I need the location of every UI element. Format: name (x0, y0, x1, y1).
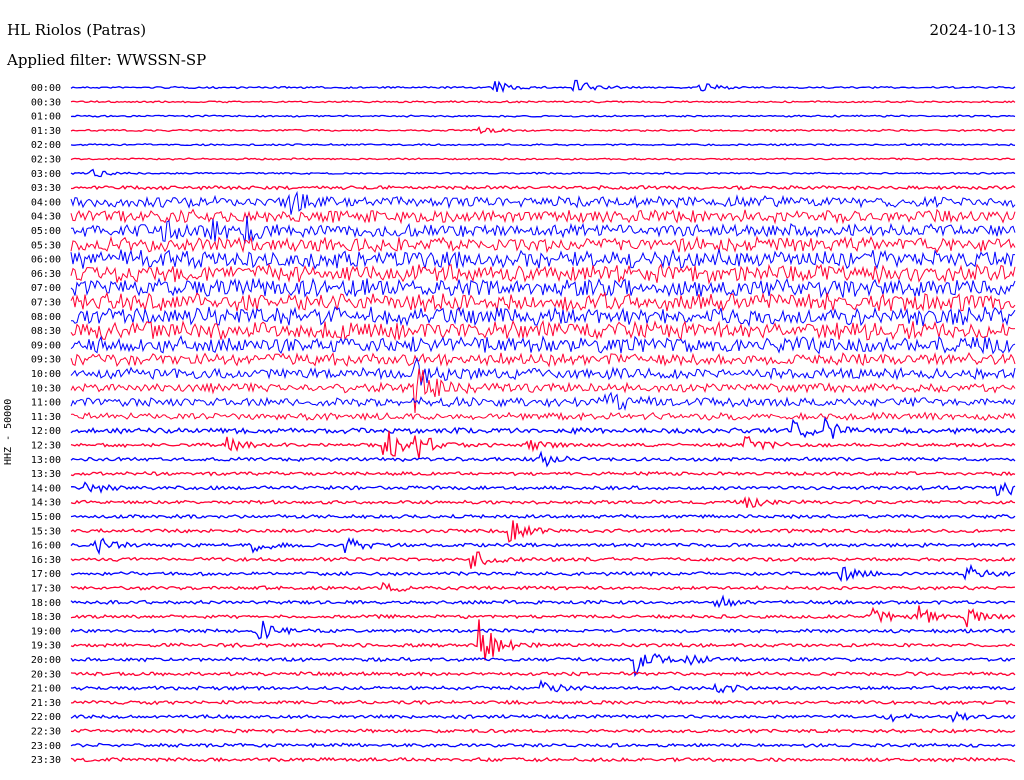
trace-line (70, 619, 1016, 661)
trace-line (70, 581, 1016, 593)
row-label: 07:00 (31, 283, 61, 294)
row-label: 15:00 (31, 512, 61, 523)
row-label: 14:00 (31, 483, 61, 494)
trace-line (70, 291, 1016, 313)
row-label: 08:30 (31, 326, 61, 337)
trace-line (70, 742, 1016, 749)
trace-line (70, 699, 1016, 706)
row-label: 15:30 (31, 526, 61, 537)
trace-line (70, 594, 1016, 609)
trace-line (70, 605, 1016, 628)
row-label: 01:00 (31, 112, 61, 123)
row-label: 21:00 (31, 684, 61, 695)
trace-line (70, 248, 1015, 270)
row-label: 17:00 (31, 569, 61, 580)
trace-line (70, 235, 1016, 254)
row-label: 12:00 (31, 426, 61, 437)
row-label: 12:30 (31, 441, 61, 452)
row-label: 05:00 (31, 226, 61, 237)
trace-line (70, 351, 1016, 368)
row-label: 18:00 (31, 598, 61, 609)
trace-line (70, 157, 1016, 161)
trace-line (70, 335, 1016, 355)
row-label: 20:30 (31, 669, 61, 680)
row-label: 03:00 (31, 169, 61, 180)
trace-line (70, 142, 1016, 147)
trace-line (70, 411, 1016, 422)
trace-line (70, 125, 1016, 135)
row-label: 14:30 (31, 498, 61, 509)
trace-line (70, 563, 1016, 583)
trace-line (70, 670, 1016, 677)
row-label: 00:30 (31, 97, 61, 108)
row-label: 22:30 (31, 727, 61, 738)
trace-line (70, 416, 1016, 439)
trace-line (70, 100, 1016, 104)
row-label: 04:00 (31, 197, 61, 208)
trace-line (70, 470, 1016, 477)
row-label: 23:30 (31, 755, 61, 766)
row-label: 13:30 (31, 469, 61, 480)
row-label: 10:00 (31, 369, 61, 380)
row-label: 21:30 (31, 698, 61, 709)
row-label: 08:00 (31, 312, 61, 323)
row-label: 00:00 (31, 83, 61, 94)
trace-line (70, 513, 1016, 520)
row-label: 13:00 (31, 455, 61, 466)
trace-line (70, 728, 1016, 734)
trace-line (71, 184, 1016, 191)
trace-line (70, 450, 1016, 468)
trace-line (70, 756, 1016, 763)
trace-line (70, 620, 1016, 640)
row-label: 05:30 (31, 240, 61, 251)
trace-line (71, 679, 1016, 694)
trace-line (70, 277, 1016, 299)
row-label: 19:00 (31, 626, 61, 637)
row-label: 22:00 (31, 712, 61, 723)
trace-line (70, 710, 1016, 724)
row-label: 06:00 (31, 255, 61, 266)
row-label: 02:30 (31, 155, 61, 166)
trace-line (70, 190, 1016, 215)
row-label: 16:00 (31, 541, 61, 552)
row-label: 06:30 (31, 269, 61, 280)
row-label: 18:30 (31, 612, 61, 623)
row-label: 07:30 (31, 298, 61, 309)
trace-line (70, 79, 1016, 94)
trace-line (70, 430, 1016, 459)
row-label: 09:00 (31, 340, 61, 351)
row-label: 16:30 (31, 555, 61, 566)
row-label: 11:00 (31, 398, 61, 409)
row-label: 03:30 (31, 183, 61, 194)
trace-line (70, 496, 1016, 508)
row-label: 10:30 (31, 383, 61, 394)
row-label: 01:30 (31, 126, 61, 137)
trace-line (70, 536, 1016, 556)
row-label: 09:30 (31, 355, 61, 366)
trace-line (70, 262, 1016, 285)
trace-line (70, 391, 1016, 412)
row-label: 11:30 (31, 412, 61, 423)
row-label: 19:30 (31, 641, 61, 652)
row-label: 17:30 (31, 584, 61, 595)
trace-line (70, 357, 1016, 386)
row-label: 04:30 (31, 212, 61, 223)
row-label: 02:00 (31, 140, 61, 151)
trace-line (70, 216, 1016, 244)
trace-line (70, 520, 1016, 543)
row-label: 20:00 (31, 655, 61, 666)
trace-line (70, 481, 1016, 497)
trace-line (70, 168, 1016, 178)
helicorder-chart: 00:00 00:30 01:00 01:30 02:00 02:30 03:00 03:30… (31, 79, 1016, 766)
trace-line (70, 114, 1016, 118)
trace-line (70, 551, 1016, 569)
row-label: 23:00 (31, 741, 61, 752)
